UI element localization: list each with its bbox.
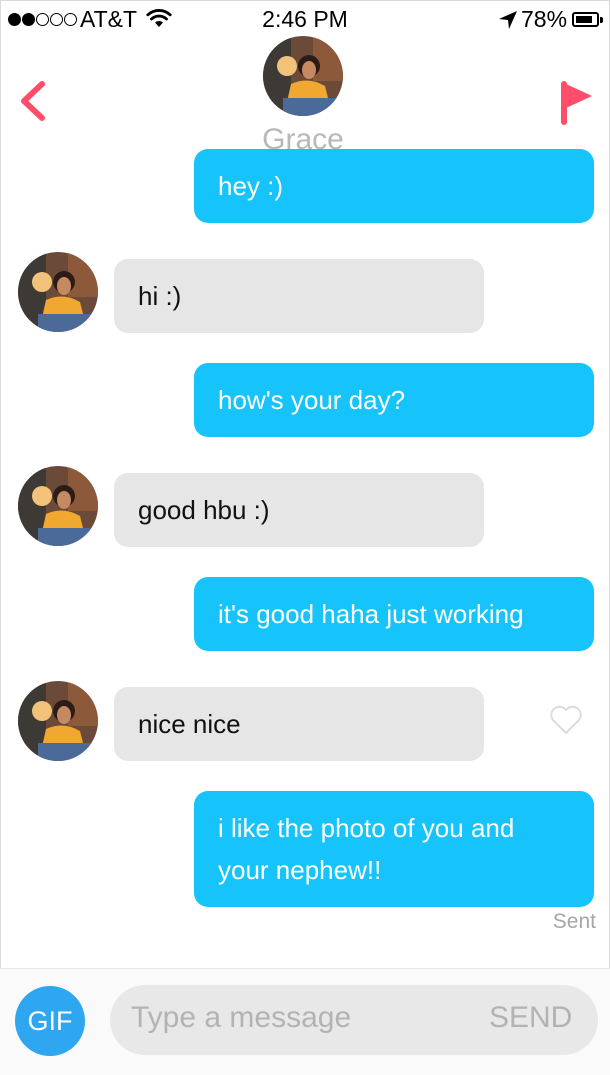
message-text: it's good haha just working	[218, 599, 524, 629]
match-avatar-small[interactable]	[18, 252, 98, 332]
match-avatar-small[interactable]	[18, 466, 98, 546]
message-text: i like the photo of you and your nephew!…	[218, 813, 515, 885]
match-name[interactable]: Grace	[0, 122, 606, 152]
heart-icon[interactable]	[549, 704, 583, 736]
gif-button[interactable]: GIF	[15, 986, 85, 1056]
message-bubble-sent[interactable]: hey :)	[194, 149, 594, 223]
battery-cap	[600, 17, 603, 23]
message-bubble-sent[interactable]: it's good haha just working	[194, 577, 594, 651]
profile-photo	[263, 36, 343, 116]
sent-status: Sent	[552, 910, 596, 933]
message-bubble-received[interactable]: good hbu :)	[114, 473, 484, 547]
battery-icon	[572, 12, 599, 27]
status-bar: AT&T 2:46 PM 78%	[0, 0, 610, 40]
message-text: good hbu :)	[138, 495, 270, 525]
battery-percentage: 78%	[521, 6, 568, 32]
message-text: how's your day?	[218, 385, 406, 415]
message-bubble-sent[interactable]: i like the photo of you and your nephew!…	[194, 791, 594, 907]
send-button[interactable]: SEND	[489, 1001, 572, 1035]
message-bubble-sent[interactable]: how's your day?	[194, 363, 594, 437]
match-avatar-small[interactable]	[18, 681, 98, 761]
message-text: hey :)	[218, 171, 284, 201]
message-text: hi :)	[138, 281, 182, 311]
message-text: nice nice	[138, 709, 241, 739]
flag-icon[interactable]	[556, 78, 596, 128]
location-arrow-icon	[499, 11, 517, 29]
clock: 2:46 PM	[262, 6, 348, 32]
message-bubble-received[interactable]: hi :)	[114, 259, 484, 333]
back-chevron-icon[interactable]	[14, 76, 54, 126]
message-bubble-received[interactable]: nice nice	[114, 687, 484, 761]
profile-photo	[18, 252, 98, 332]
profile-photo	[18, 681, 98, 761]
match-avatar[interactable]	[263, 36, 343, 116]
profile-photo	[18, 466, 98, 546]
message-input-placeholder: Type a message	[131, 1001, 352, 1034]
